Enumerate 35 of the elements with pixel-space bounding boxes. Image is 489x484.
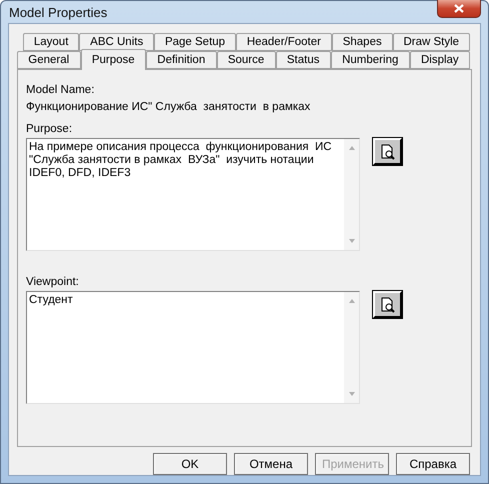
field-label: Purpose: [26,123,74,135]
preview-icon [380,144,396,160]
close-icon [454,4,464,12]
scroll-up-icon[interactable] [348,146,354,150]
field-label: Viewpoint: [26,276,80,288]
tab[interactable]: Numbering [330,51,410,69]
preview-icon [380,296,396,312]
dialog-button[interactable]: Справка [396,453,470,475]
tab[interactable]: General [17,51,81,69]
tab[interactable]: Layout [23,33,80,51]
preview-button[interactable] [373,291,402,318]
text-field[interactable]: На примере описания процесса функционирования ИС "Служба занятости в рамках ВУЗа" изучить нотации IDEF0, DFD, IDEF3 [26,138,360,251]
preview-button[interactable] [373,138,402,165]
scroll-down-icon[interactable] [348,392,354,396]
scrollbar[interactable] [344,292,359,403]
field-label: Model Name: [26,84,96,96]
model-name-value: Функционирование ИС" Служба занятости в рамках [26,101,312,113]
close-button[interactable] [437,0,481,18]
tab[interactable]: Draw Style [392,33,470,51]
tab[interactable]: Page Setup [154,33,236,51]
tab[interactable]: Header/Footer [236,33,332,51]
scroll-down-icon[interactable] [348,239,354,243]
tab[interactable]: Shapes [332,33,393,51]
scroll-up-icon[interactable] [348,299,354,303]
tab[interactable]: Definition [146,51,217,69]
tab[interactable]: Purpose [80,49,146,70]
dialog-button[interactable]: Отмена [234,453,308,475]
text-field[interactable]: Студент [26,291,360,404]
tab[interactable]: ABC Units [79,33,154,51]
tab[interactable]: Display [410,51,470,69]
scrollbar[interactable] [344,139,359,250]
window-title: Model Properties [8,4,108,20]
dialog-button[interactable]: OK [153,453,227,475]
tab[interactable]: Source [216,51,276,69]
tab[interactable]: Status [276,51,331,69]
